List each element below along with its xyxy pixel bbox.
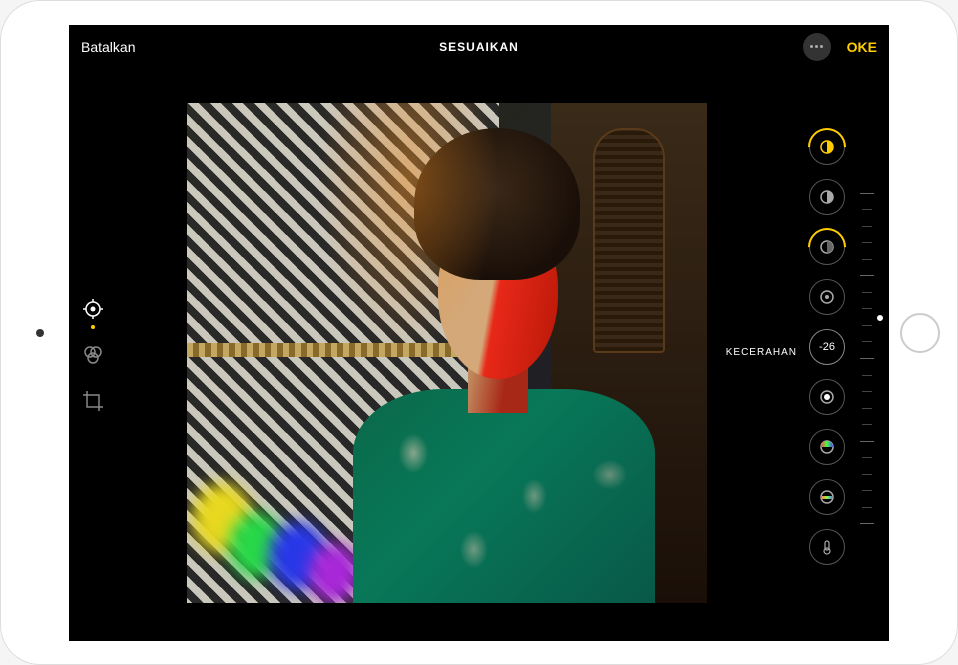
photo-preview[interactable] [187,103,707,603]
left-toolbar [79,295,107,415]
ellipsis-icon [810,45,823,48]
crop-icon [81,389,105,413]
top-bar: Batalkan SESUAIKAN OKE [69,25,889,69]
brilliance-icon [818,238,836,256]
adjust-auto[interactable] [809,129,845,165]
adjust-exposure[interactable] [809,179,845,215]
adjustment-label: KECERAHAN [726,347,797,358]
screen-title: SESUAIKAN [439,40,519,54]
highlights-icon [818,288,836,306]
front-camera [36,329,44,337]
adjust-vibrance[interactable] [809,479,845,515]
adjust-contrast[interactable] [809,379,845,415]
cancel-button[interactable]: Batalkan [81,39,135,55]
adjust-highlights[interactable] [809,279,845,315]
editor-content: KECERAHAN -26 [69,69,889,641]
vibrance-icon [818,488,836,506]
screen: Batalkan SESUAIKAN OKE [69,25,889,641]
filters-tool[interactable] [79,341,107,369]
adjust-warmth[interactable] [809,529,845,565]
auto-icon [818,138,836,156]
more-button[interactable] [803,33,831,61]
slider-thumb[interactable] [877,315,883,321]
home-button[interactable] [900,313,940,353]
ipad-frame: Batalkan SESUAIKAN OKE [0,0,958,665]
filters-icon [81,343,105,367]
adjust-brightness[interactable]: -26 [809,329,845,365]
saturation-icon [818,438,836,456]
crop-tool[interactable] [79,387,107,415]
done-button[interactable]: OKE [847,39,877,55]
value-slider[interactable] [857,189,877,529]
exposure-icon [818,188,836,206]
adjust-tool[interactable] [79,295,107,323]
adjust-icon [81,297,105,321]
adjust-saturation[interactable] [809,429,845,465]
warmth-icon [818,538,836,556]
adjustment-value: -26 [819,341,835,353]
adjust-brilliance[interactable] [809,229,845,265]
adjustments-column: -26 [809,129,845,565]
contrast-icon [818,388,836,406]
